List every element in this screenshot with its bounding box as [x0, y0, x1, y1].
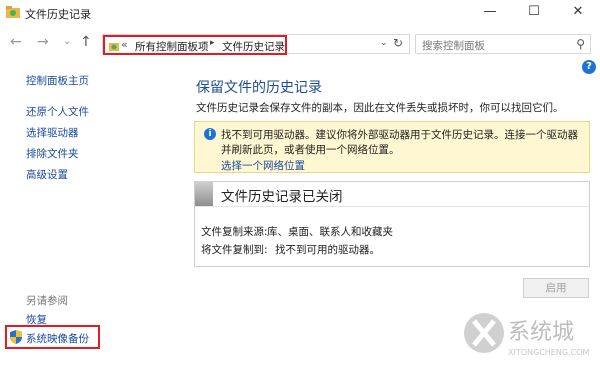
navigation-toolbar: ← → ⌄ ↑ « 所有控制面板项 ▸ 文件历史记录 ⌄ ↻ 搜索控制面板 ⚲	[0, 26, 600, 60]
copy-source-row: 文件复制来源: 库、桌面、联系人和收藏夹	[201, 224, 393, 239]
help-icon[interactable]: ?	[582, 60, 596, 74]
search-icon[interactable]: ⚲	[576, 37, 585, 51]
sidebar-home-link[interactable]: 控制面板主页	[26, 75, 89, 87]
shield-icon	[10, 330, 22, 344]
recent-locations-icon[interactable]: ⌄	[63, 36, 71, 47]
close-button[interactable]: ✕	[556, 0, 600, 26]
copy-source-label: 文件复制来源:	[201, 226, 268, 238]
status-title: 文件历史记录已关闭	[221, 189, 343, 205]
info-text-line2: 并刷新此页，或者使用一个网络位置。	[221, 144, 400, 156]
breadcrumb-overflow-icon[interactable]: «	[121, 38, 128, 51]
status-indicator-bar	[195, 182, 213, 206]
control-panel-icon	[109, 43, 119, 51]
sidebar-restore-link[interactable]: 还原个人文件	[26, 106, 89, 118]
copy-destination-label: 将文件复制到:	[201, 244, 268, 256]
status-panel: 文件历史记录已关闭 文件复制来源: 库、桌面、联系人和收藏夹 将文件复制到: 找…	[194, 181, 590, 267]
watermark-logo: 系统城 XITONGCHENG.COM	[464, 313, 589, 357]
breadcrumb-file-history[interactable]: 文件历史记录	[222, 39, 285, 54]
breadcrumb-arrow-icon[interactable]: ▸	[210, 38, 215, 48]
sidebar-item-advanced-settings[interactable]: 高级设置	[26, 167, 68, 182]
see-also-heading: 另请参阅	[26, 295, 68, 307]
up-arrow-icon[interactable]: ↑	[80, 34, 92, 50]
status-header: 文件历史记录已关闭	[195, 182, 589, 207]
copy-destination-row: 将文件复制到: 找不到可用的驱动器。	[201, 242, 380, 257]
copy-source-value: 库、桌面、联系人和收藏夹	[267, 226, 393, 238]
info-icon: i	[204, 128, 216, 140]
enable-button[interactable]: 启用	[523, 278, 589, 298]
back-arrow-icon[interactable]: ←	[10, 34, 22, 50]
search-placeholder[interactable]: 搜索控制面板	[422, 38, 485, 53]
minimize-button[interactable]: —	[468, 0, 512, 26]
search-box[interactable]: 搜索控制面板 ⚲	[415, 34, 591, 54]
sidebar-item-exclude-folders[interactable]: 排除文件夹	[26, 146, 79, 161]
window-title: 文件历史记录	[25, 8, 91, 21]
page-description: 文件历史记录会保存文件的副本，因此在文件丢失或损坏时，你可以找回它们。	[196, 102, 564, 114]
sidebar-item-home[interactable]: 控制面板主页	[26, 73, 89, 88]
address-bar[interactable]: « 所有控制面板项 ▸ 文件历史记录 ⌄ ↻	[102, 34, 410, 55]
choose-network-location-link[interactable]: 选择一个网络位置	[221, 158, 305, 173]
page-title: 保留文件的历史记录	[196, 80, 322, 96]
sidebar-advanced-settings-link[interactable]: 高级设置	[26, 169, 68, 181]
info-text-line1: 找不到可用驱动器。建议你将外部驱动器用于文件历史记录。连接一个驱动器	[221, 129, 578, 141]
system-image-backup-link[interactable]: 系统映像备份	[26, 331, 89, 346]
watermark-title: 系统城	[508, 320, 574, 345]
copy-destination-value: 找不到可用的驱动器。	[275, 244, 380, 256]
forward-arrow-icon[interactable]: →	[37, 34, 49, 50]
title-bar: 文件历史记录 — ☐ ✕	[0, 0, 600, 26]
folder-icon	[6, 6, 20, 18]
sidebar-select-drive-link[interactable]: 选择驱动器	[26, 127, 79, 139]
sidebar-item-select-drive[interactable]: 选择驱动器	[26, 125, 79, 140]
info-banner: i 找不到可用驱动器。建议你将外部驱动器用于文件历史记录。连接一个驱动器 并刷新…	[194, 121, 590, 173]
sidebar-exclude-folders-link[interactable]: 排除文件夹	[26, 148, 79, 160]
maximize-button[interactable]: ☐	[512, 0, 556, 26]
watermark-url: XITONGCHENG.COM	[508, 348, 589, 357]
refresh-icon[interactable]: ↻	[393, 36, 403, 50]
sidebar-item-restore[interactable]: 还原个人文件	[26, 104, 89, 119]
see-also-system-image-backup[interactable]: 系统映像备份	[5, 325, 100, 349]
breadcrumb-all-control-panel-items[interactable]: 所有控制面板项	[135, 39, 209, 54]
address-dropdown-icon[interactable]: ⌄	[380, 38, 388, 48]
breadcrumb: « 所有控制面板项 ▸ 文件历史记录	[103, 35, 287, 55]
